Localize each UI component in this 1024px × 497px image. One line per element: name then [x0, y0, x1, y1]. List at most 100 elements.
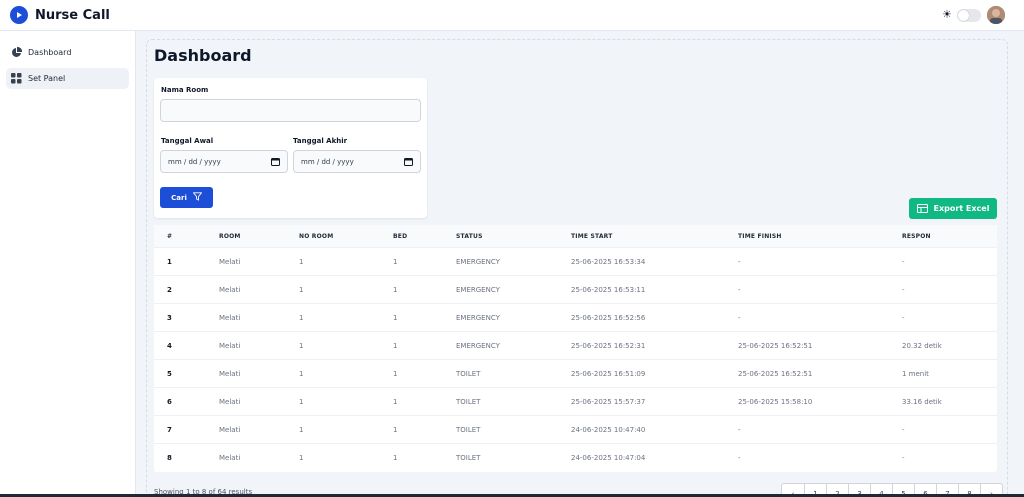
tanggal-awal-input[interactable]: mm / dd / yyyy: [160, 150, 288, 173]
brand[interactable]: Nurse Call: [10, 6, 110, 24]
table-cell: -: [902, 286, 905, 294]
export-excel-label: Export Excel: [933, 204, 990, 213]
table-row[interactable]: 6 Melati 1 1 TOILET 25-06-2025 15:57:37 …: [154, 387, 997, 415]
date-placeholder: mm / dd / yyyy: [301, 157, 354, 166]
table-cell: 1: [299, 370, 304, 378]
nama-room-input[interactable]: [160, 99, 421, 122]
table-cell: Melati: [219, 426, 241, 434]
table-cell: TOILET: [456, 426, 481, 434]
column-header: TIME FINISH: [738, 233, 782, 240]
tanggal-akhir-input[interactable]: mm / dd / yyyy: [293, 150, 421, 173]
table-cell: 24-06-2025 10:47:04: [571, 454, 646, 462]
table-cell: Melati: [219, 398, 241, 406]
column-header: STATUS: [456, 233, 483, 240]
table-row[interactable]: 3 Melati 1 1 EMERGENCY 25-06-2025 16:52:…: [154, 303, 997, 331]
cari-button-label: Cari: [171, 193, 187, 202]
column-header: ROOM: [219, 233, 241, 240]
table-cell: 1: [299, 426, 304, 434]
table-cell: -: [738, 314, 741, 322]
table-cell: -: [738, 286, 741, 294]
table-cell: 1: [393, 258, 398, 266]
table-cell: -: [738, 258, 741, 266]
table-cell: 1: [299, 258, 304, 266]
tanggal-awal-label: Tanggal Awal: [161, 137, 214, 145]
table-cell: EMERGENCY: [456, 342, 500, 350]
table-row[interactable]: 2 Melati 1 1 EMERGENCY 25-06-2025 16:53:…: [154, 275, 997, 303]
column-header: #: [167, 233, 173, 240]
table-cell: 3: [167, 314, 172, 322]
table-cell: 1: [299, 342, 304, 350]
table-cell: 1: [167, 258, 172, 266]
page-title: Dashboard: [154, 46, 252, 65]
table-cell: 1: [299, 286, 304, 294]
table-row[interactable]: 5 Melati 1 1 TOILET 25-06-2025 16:51:09 …: [154, 359, 997, 387]
table-cell: 25-06-2025 16:52:31: [571, 342, 646, 350]
table-cell: Melati: [219, 342, 241, 350]
table-cell: EMERGENCY: [456, 286, 500, 294]
table-cell: 1 menit: [902, 370, 929, 378]
table-cell: 25-06-2025 16:53:34: [571, 258, 646, 266]
column-header: NO ROOM: [299, 233, 334, 240]
column-header: TIME START: [571, 233, 613, 240]
avatar[interactable]: [987, 6, 1005, 24]
table-cell: 25-06-2025 15:58:10: [738, 398, 813, 406]
table-cell: Melati: [219, 454, 241, 462]
spreadsheet-icon: [916, 204, 928, 213]
table-cell: TOILET: [456, 398, 481, 406]
table-cell: Melati: [219, 370, 241, 378]
table-cell: Melati: [219, 286, 241, 294]
table-cell: 5: [167, 370, 172, 378]
filter-icon: [192, 192, 203, 203]
table-row[interactable]: 4 Melati 1 1 EMERGENCY 25-06-2025 16:52:…: [154, 331, 997, 359]
cari-button[interactable]: Cari: [160, 187, 213, 208]
table-cell: 1: [299, 314, 304, 322]
calendar-icon[interactable]: [404, 157, 413, 168]
table-cell: 25-06-2025 16:52:51: [738, 370, 813, 378]
table-cell: 7: [167, 426, 172, 434]
sidebar-item-dashboard[interactable]: Dashboard: [6, 42, 129, 63]
sidebar-item-set-panel[interactable]: Set Panel: [6, 68, 129, 89]
table-cell: -: [902, 426, 905, 434]
table-cell: -: [738, 454, 741, 462]
table-cell: EMERGENCY: [456, 258, 500, 266]
table-cell: 25-06-2025 16:51:09: [571, 370, 646, 378]
table-cell: Melati: [219, 258, 241, 266]
toggle-knob: [958, 10, 969, 21]
table-cell: 2: [167, 286, 172, 294]
table-cell: 1: [299, 454, 304, 462]
table-cell: 33.16 detik: [902, 398, 942, 406]
table-cell: 1: [393, 398, 398, 406]
table-cell: 1: [393, 314, 398, 322]
theme-toggle[interactable]: [957, 9, 981, 22]
sidebar-item-label: Dashboard: [28, 48, 72, 57]
table-cell: 1: [393, 370, 398, 378]
top-bar: Nurse Call ☀: [0, 0, 1024, 31]
table-cell: -: [902, 258, 905, 266]
app-title: Nurse Call: [35, 7, 110, 23]
table-row[interactable]: 8 Melati 1 1 TOILET 24-06-2025 10:47:04 …: [154, 443, 997, 471]
table-cell: 1: [299, 398, 304, 406]
table-cell: Melati: [219, 314, 241, 322]
table-cell: -: [902, 314, 905, 322]
column-header: RESPON: [902, 233, 931, 240]
pie-chart-icon: [11, 47, 22, 58]
table-header: # ROOM NO ROOM BED STATUS TIME START TIM…: [154, 225, 997, 247]
column-header: BED: [393, 233, 408, 240]
table-cell: 1: [393, 286, 398, 294]
table-cell: 25-06-2025 15:57:37: [571, 398, 646, 406]
filter-card: Nama Room Tanggal Awal mm / dd / yyyy Ta…: [154, 78, 427, 218]
calendar-icon[interactable]: [271, 157, 280, 168]
export-excel-button[interactable]: Export Excel: [909, 198, 997, 219]
table-row[interactable]: 1 Melati 1 1 EMERGENCY 25-06-2025 16:53:…: [154, 247, 997, 275]
table-cell: -: [738, 426, 741, 434]
sidebar: Dashboard Set Panel: [0, 31, 136, 497]
date-placeholder: mm / dd / yyyy: [168, 157, 221, 166]
play-logo-icon: [10, 6, 28, 24]
table-cell: 20.32 detik: [902, 342, 942, 350]
table-cell: 1: [393, 342, 398, 350]
table-cell: 25-06-2025 16:53:11: [571, 286, 646, 294]
table-row[interactable]: 7 Melati 1 1 TOILET 24-06-2025 10:47:40 …: [154, 415, 997, 443]
table-cell: TOILET: [456, 370, 481, 378]
nama-room-label: Nama Room: [161, 86, 209, 94]
grid-icon: [11, 73, 22, 84]
